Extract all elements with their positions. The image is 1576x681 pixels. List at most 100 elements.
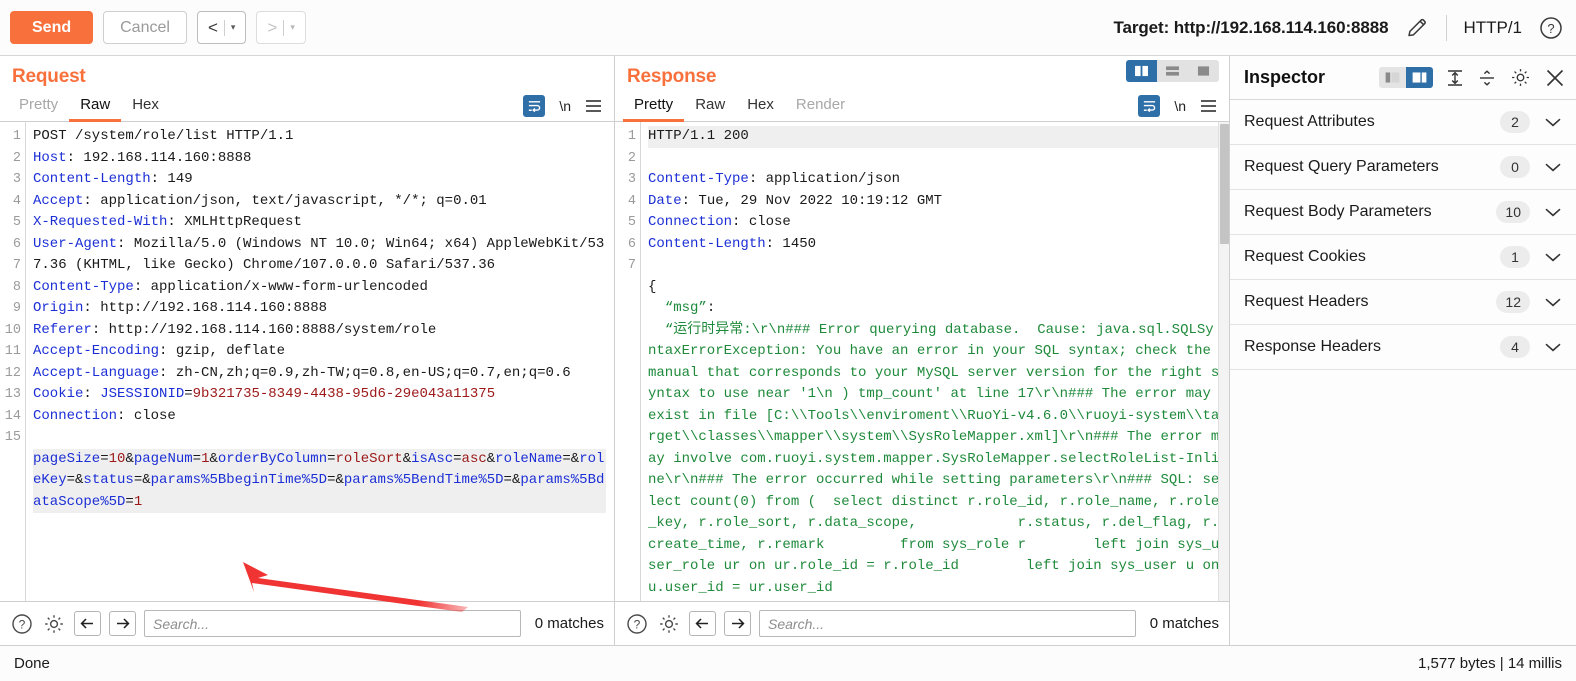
response-search-input[interactable]: Search...: [759, 610, 1136, 637]
response-pane: Response Pretty Raw Hex Render \n 1 2 3 …: [615, 56, 1230, 645]
tab-response-hex[interactable]: Hex: [736, 93, 785, 122]
http-version-label[interactable]: HTTP/1: [1463, 18, 1522, 38]
request-pane-title: Request: [12, 66, 86, 87]
collapse-all-icon[interactable]: [1477, 68, 1497, 88]
toolbar-divider: [1446, 14, 1448, 41]
section-count-badge: 1: [1500, 246, 1530, 268]
chevron-left-icon: <: [207, 17, 218, 37]
request-match-count: 0 matches: [534, 615, 604, 632]
section-count-badge: 2: [1500, 111, 1530, 133]
section-count-badge: 10: [1496, 201, 1530, 223]
tab-request-hex[interactable]: Hex: [121, 93, 170, 122]
question-circle-icon[interactable]: ?: [625, 612, 649, 636]
response-code[interactable]: HTTP/1.1 200 Content-Type: application/j…: [641, 122, 1229, 601]
chevron-down-icon[interactable]: [1544, 161, 1562, 173]
pencil-icon[interactable]: [1404, 15, 1430, 41]
inspector-title: Inspector: [1244, 67, 1326, 87]
question-circle-icon[interactable]: ?: [1538, 15, 1564, 41]
response-editor-tools: \n: [1138, 95, 1229, 121]
tab-request-raw[interactable]: Raw: [69, 93, 122, 122]
chevron-down-icon[interactable]: [1544, 296, 1562, 308]
chevron-down-icon[interactable]: ▾: [225, 22, 242, 33]
status-message: Done: [14, 655, 50, 672]
status-bar: Done 1,577 bytes | 14 millis: [0, 645, 1576, 681]
inspector-section-request-body-parameters[interactable]: Request Body Parameters 10: [1230, 190, 1576, 235]
inspector-section-request-headers[interactable]: Request Headers 12: [1230, 280, 1576, 325]
section-count-badge: 12: [1496, 291, 1530, 313]
inspector-section-request-cookies[interactable]: Request Cookies 1: [1230, 235, 1576, 280]
layout-split-horizontal-button[interactable]: [1157, 60, 1188, 82]
chevron-down-icon[interactable]: ▾: [284, 22, 301, 33]
svg-text:?: ?: [1547, 21, 1554, 36]
chevron-down-icon[interactable]: [1544, 341, 1562, 353]
status-metrics: 1,577 bytes | 14 millis: [1418, 655, 1562, 672]
section-label: Request Query Parameters: [1244, 158, 1439, 175]
response-code-body: HTTP/1.1 200 Content-Type: application/j…: [648, 126, 1221, 596]
section-label: Request Cookies: [1244, 248, 1366, 265]
section-label: Request Attributes: [1244, 113, 1375, 130]
response-tabstrip: Pretty Raw Hex Render \n: [615, 60, 1229, 122]
search-prev-button[interactable]: [74, 611, 101, 636]
inspector-section-request-attributes[interactable]: Request Attributes 2: [1230, 100, 1576, 145]
response-scrollbar[interactable]: [1218, 122, 1229, 601]
section-label: Response Headers: [1244, 338, 1381, 355]
word-wrap-icon[interactable]: [523, 95, 546, 117]
scrollbar-thumb[interactable]: [1220, 124, 1229, 244]
word-wrap-icon[interactable]: [1138, 95, 1161, 117]
inspector-section-request-query-parameters[interactable]: Request Query Parameters 0: [1230, 145, 1576, 190]
request-editor-tools: \n: [523, 95, 614, 121]
back-button[interactable]: < ▾: [196, 11, 247, 44]
tab-response-raw[interactable]: Raw: [684, 93, 736, 122]
panel-left-button[interactable]: [1379, 67, 1406, 88]
burp-repeater-window: Send Cancel < ▾ > ▾ Target: http://192.1…: [0, 0, 1576, 681]
section-count-badge: 0: [1500, 156, 1530, 178]
response-editor[interactable]: 1 2 3 4 5 6 7 HTTP/1.1 200 Content-Type:…: [615, 122, 1229, 601]
chevron-down-icon[interactable]: [1544, 116, 1562, 128]
forward-button[interactable]: > ▾: [256, 11, 306, 44]
send-button[interactable]: Send: [10, 11, 94, 44]
inspector-position-toggle: [1379, 67, 1433, 88]
hamburger-menu-icon[interactable]: [1200, 99, 1217, 113]
expand-all-icon[interactable]: [1445, 68, 1465, 88]
request-line-numbers: 1 2 3 4 5 6 7 8 9 10 11 12 13 14 15: [4, 129, 21, 445]
svg-text:?: ?: [634, 617, 641, 631]
request-code[interactable]: POST /system/role/list HTTP/1.1 Host: 19…: [26, 122, 614, 601]
top-toolbar: Send Cancel < ▾ > ▾ Target: http://192.1…: [0, 0, 1576, 56]
tab-response-render[interactable]: Render: [785, 93, 856, 122]
newline-toggle-icon[interactable]: \n: [559, 98, 571, 114]
response-line-numbers: 1 2 3 4 5 6 7: [627, 129, 636, 273]
request-code-body: POST /system/role/list HTTP/1.1 Host: 19…: [33, 128, 606, 513]
question-circle-icon[interactable]: ?: [10, 612, 34, 636]
chevron-right-icon: >: [267, 17, 278, 37]
hamburger-menu-icon[interactable]: [585, 99, 602, 113]
response-match-count: 0 matches: [1149, 615, 1219, 632]
gear-icon[interactable]: [1509, 66, 1532, 89]
tab-response-pretty[interactable]: Pretty: [623, 93, 685, 122]
tab-request-pretty[interactable]: Pretty: [8, 93, 69, 122]
search-next-button[interactable]: [724, 611, 751, 636]
request-searchbar: ? Search... 0 matches: [0, 601, 614, 645]
layout-split-vertical-button[interactable]: [1126, 60, 1157, 82]
close-icon[interactable]: [1544, 67, 1566, 89]
inspector-pane: Inspector Request Attributes 2 Request Q…: [1230, 56, 1576, 645]
newline-toggle-icon[interactable]: \n: [1174, 98, 1186, 114]
chevron-down-icon[interactable]: [1544, 206, 1562, 218]
layout-single-pane-button[interactable]: [1188, 60, 1219, 82]
search-next-button[interactable]: [109, 611, 136, 636]
section-label: Request Body Parameters: [1244, 203, 1432, 220]
section-label: Request Headers: [1244, 293, 1369, 310]
response-searchbar: ? Search... 0 matches: [615, 601, 1229, 645]
request-editor[interactable]: 1 2 3 4 5 6 7 8 9 10 11 12 13 14 15 POST…: [0, 122, 614, 601]
target-label: Target: http://192.168.114.160:8888: [1113, 17, 1389, 37]
chevron-down-icon[interactable]: [1544, 251, 1562, 263]
cancel-button[interactable]: Cancel: [103, 11, 187, 44]
inspector-header: Inspector: [1230, 56, 1576, 100]
gear-icon[interactable]: [42, 612, 66, 636]
layout-toggle-group: [1126, 60, 1219, 82]
search-prev-button[interactable]: [689, 611, 716, 636]
request-search-input[interactable]: Search...: [144, 610, 521, 637]
panel-right-button[interactable]: [1406, 67, 1433, 88]
gear-icon[interactable]: [657, 612, 681, 636]
svg-text:?: ?: [19, 617, 26, 631]
inspector-section-response-headers[interactable]: Response Headers 4: [1230, 325, 1576, 370]
